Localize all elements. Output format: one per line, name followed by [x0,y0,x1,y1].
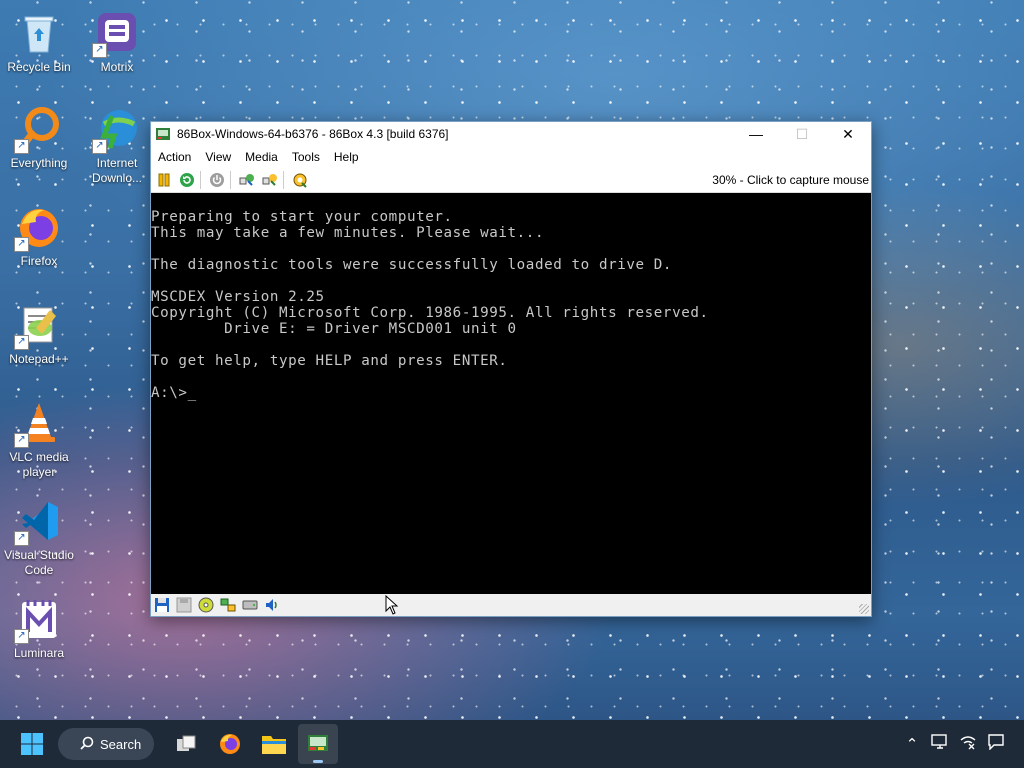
menu-tools[interactable]: Tools [285,150,327,164]
search-icon [80,736,94,753]
firefox-icon [220,734,240,754]
minimize-button[interactable]: — [733,122,779,146]
vscode-icon: ↗ [14,498,62,546]
pause-button[interactable] [154,170,174,190]
toolbar-separator [283,171,284,189]
dos-console-output: Preparing to start your computer. This m… [151,209,709,401]
menu-help[interactable]: Help [327,150,366,164]
windows-logo-icon [21,733,43,755]
taskbar-file-explorer[interactable] [254,724,294,764]
desktop-icon-label: Firefox [20,254,58,268]
start-button[interactable] [12,724,52,764]
taskbar-firefox[interactable] [210,724,250,764]
shortcut-arrow-icon: ↗ [14,237,29,252]
desktop-icon-vscode[interactable]: ↗ Visual Studio Code [2,498,76,578]
desktop-icon-notepadpp[interactable]: ↗ Notepad++ [2,302,76,367]
folder-icon [262,736,286,754]
menu-action[interactable]: Action [151,150,198,164]
status-bar [151,594,871,616]
settings-button[interactable] [290,170,310,190]
desktop-icon-label: Internet Downlo... [91,156,143,185]
toolbar-separator [230,171,231,189]
hard-reset-button[interactable] [177,170,197,190]
86box-app-icon [308,735,328,751]
mouse-capture-status: 30% - Click to capture mouse [712,173,869,187]
system-tray: ⌃ [898,720,1024,768]
task-view-button[interactable] [166,724,206,764]
desktop-icon-label: Luminara [13,646,65,660]
floppy-drive-empty-icon[interactable] [176,597,192,613]
close-button[interactable]: ✕ [825,122,871,146]
network-disconnected-icon[interactable] [954,734,982,754]
acpi-shutdown-button[interactable] [207,170,227,190]
ctrl-alt-del-button[interactable] [237,170,257,190]
desktop-icon-label: Everything [10,156,68,170]
desktop-icon-luminara[interactable]: ↗ Luminara [2,596,76,661]
shortcut-arrow-icon: ↗ [92,43,107,58]
idm-globe-icon: ↗ [92,106,140,154]
task-view-icon [177,735,196,751]
chevron-up-icon[interactable]: ⌃ [898,735,926,753]
motrix-icon: ↗ [92,10,140,58]
reset-icon [180,173,194,187]
desktop-icon-recycle-bin[interactable]: Recycle Bin [2,10,76,75]
toolbar-separator [200,171,201,189]
keyboard-combo-icon [262,174,277,186]
pause-icon [158,173,170,187]
hard-disk-icon[interactable] [242,597,258,613]
notification-icon[interactable] [982,734,1010,754]
desktop-icon-everything[interactable]: ↗ Everything [2,106,76,171]
settings-gear-icon [293,173,307,188]
ctrl-alt-esc-button[interactable] [260,170,280,190]
taskbar-search-button[interactable]: Search [58,728,154,760]
desktop-icon-motrix[interactable]: ↗ Motrix [80,10,154,75]
taskbar-86box[interactable] [298,724,338,764]
desktop-icon-label: Motrix [100,60,134,74]
keyboard-combo-icon [239,174,254,186]
toolbar: 30% - Click to capture mouse [151,168,871,193]
recycle-bin-icon [16,10,62,56]
shortcut-arrow-icon: ↗ [14,433,29,448]
vlc-cone-icon: ↗ [14,400,62,448]
luminara-icon: ↗ [14,596,62,644]
shortcut-arrow-icon: ↗ [14,335,29,350]
search-label: Search [100,736,142,752]
emulator-screen[interactable]: Preparing to start your computer. This m… [151,193,871,594]
maximize-button: ☐ [795,126,809,142]
shortcut-arrow-icon: ↗ [92,139,107,154]
resize-grip[interactable] [859,604,869,614]
floppy-drive-icon[interactable] [154,597,170,613]
desktop-icon-label: Recycle Bin [7,60,71,74]
notepadpp-icon: ↗ [14,302,62,350]
mouse-cursor-icon [385,595,399,615]
menu-media[interactable]: Media [238,150,285,164]
power-icon [210,173,224,187]
desktop-icon-internet-download-manager[interactable]: ↗ Internet Downlo... [80,106,154,186]
cdrom-drive-icon[interactable] [198,597,214,613]
86box-app-icon [156,128,170,140]
desktop-icon-label: Visual Studio Code [4,548,74,577]
display-icon[interactable] [926,734,954,754]
menu-bar: Action View Media Tools Help [151,146,871,168]
network-icon[interactable] [220,597,236,613]
everything-search-icon: ↗ [14,106,62,154]
desktop-icon-vlc[interactable]: ↗ VLC media player [2,400,76,480]
menu-view[interactable]: View [198,150,238,164]
emulator-window[interactable]: 86Box-Windows-64-b6376 - 86Box 4.3 [buil… [150,121,872,617]
sound-icon[interactable] [264,597,280,613]
shortcut-arrow-icon: ↗ [14,139,29,154]
taskbar: Search ⌃ [0,720,1024,768]
desktop-icon-label: Notepad++ [9,352,69,366]
desktop-icon-firefox[interactable]: ↗ Firefox [2,204,76,269]
window-title: 86Box-Windows-64-b6376 - 86Box 4.3 [buil… [177,127,449,141]
window-titlebar[interactable]: 86Box-Windows-64-b6376 - 86Box 4.3 [buil… [151,122,871,146]
desktop-icon-label: VLC media player [9,450,69,479]
firefox-icon: ↗ [14,204,62,252]
shortcut-arrow-icon: ↗ [14,629,29,644]
shortcut-arrow-icon: ↗ [14,531,29,546]
